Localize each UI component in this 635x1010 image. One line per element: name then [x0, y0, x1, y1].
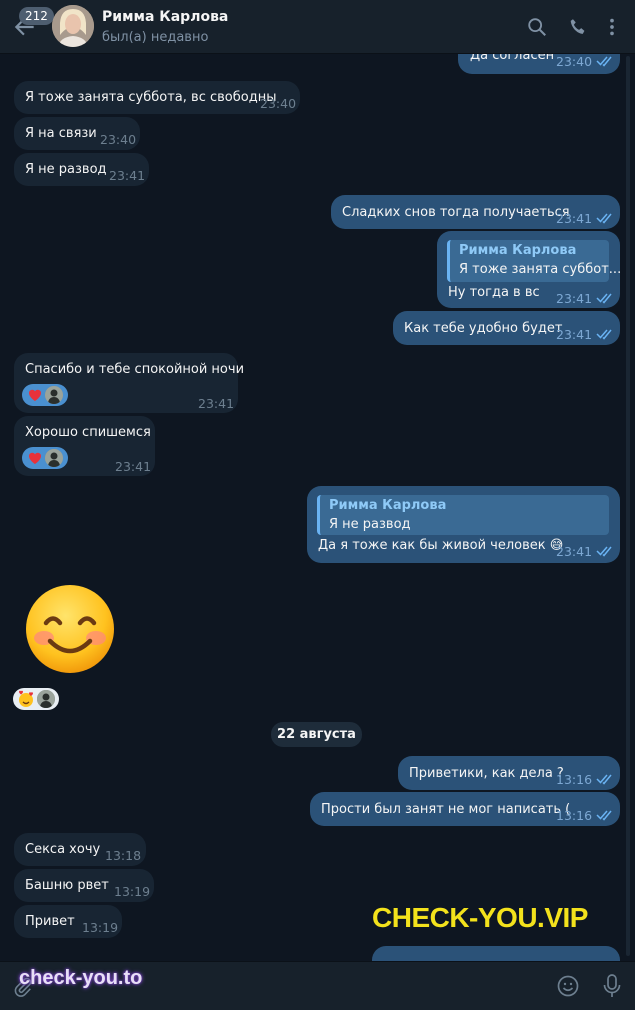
smiling-face-with-hearts-icon	[19, 690, 33, 707]
message-out[interactable]: Сладких снов тогда получаеться 23:41	[331, 195, 620, 229]
more-menu-button[interactable]	[601, 16, 623, 38]
message-text: Я на связи	[25, 126, 97, 141]
double-check-icon	[596, 329, 612, 340]
heart-icon	[29, 452, 41, 464]
message-in[interactable]: Я не развод 23:41	[14, 153, 149, 186]
avatar[interactable]	[52, 5, 94, 47]
message-in[interactable]: Башню рвет 13:19	[14, 869, 154, 902]
message-in[interactable]: Я тоже занята суббота, вс свободны 23:40	[14, 81, 300, 114]
watermark-link: check-you.to	[19, 967, 143, 989]
message-time: 23:41	[556, 291, 593, 306]
message-time: 23:41	[556, 544, 593, 559]
microphone-icon[interactable]	[600, 973, 624, 999]
message-in[interactable]: Спасибо и тебе спокойной ночи 23:41	[14, 353, 244, 413]
message-out[interactable]: Прости был занят не мог написать ( 13:16	[310, 792, 620, 826]
reaction-chip[interactable]	[22, 447, 68, 469]
message-text: Ну тогда в вс	[448, 285, 540, 300]
message-in[interactable]: Хорошо спишемся 23:41	[14, 416, 155, 476]
double-check-icon	[596, 810, 612, 821]
date-separator: 22 августа	[271, 722, 362, 747]
heart-icon	[29, 389, 41, 401]
emoji-icon[interactable]	[556, 974, 580, 998]
message-time: 13:16	[556, 772, 593, 787]
reply-text: Я тоже занята суббот...	[459, 262, 622, 277]
reply-quote[interactable]: Римма Карлова Я не развод	[317, 495, 609, 535]
scrollbar[interactable]	[626, 56, 630, 956]
message-time: 23:40	[556, 54, 593, 69]
message-time: 23:41	[198, 396, 235, 411]
chat-header: 212 Римма Карлова был(а) недавно	[0, 0, 635, 54]
message-text: Секса хочу	[25, 842, 101, 857]
message-out[interactable]: Римма Карлова Я не развод Да я тоже как …	[307, 486, 620, 563]
reply-text: Я не развод	[329, 517, 411, 532]
double-check-icon	[596, 213, 612, 224]
message-out[interactable]: Римма Карлова Я тоже занята суббот... Ну…	[437, 231, 621, 308]
message-time: 23:41	[109, 168, 146, 183]
call-button[interactable]	[567, 16, 589, 38]
smiling-face-emoji[interactable]	[24, 583, 116, 675]
message-time: 23:40	[100, 132, 137, 147]
reply-quote[interactable]: Римма Карлова Я тоже занята суббот...	[447, 240, 621, 282]
message-text: Хорошо спишемся	[25, 425, 151, 440]
reaction-chip[interactable]	[22, 384, 68, 406]
search-icon	[528, 18, 546, 36]
message-text: Приветики, как дела ?	[409, 766, 564, 781]
reply-author: Римма Карлова	[459, 243, 577, 258]
message-in[interactable]: Привет 13:19	[14, 905, 122, 938]
double-check-icon	[596, 56, 612, 67]
message-time: 13:16	[556, 808, 593, 823]
chat-title[interactable]: Римма Карлова	[102, 9, 228, 25]
unread-count-badge: 212	[19, 7, 54, 25]
last-seen-status: был(а) недавно	[102, 30, 209, 45]
search-button[interactable]	[526, 16, 548, 38]
reactor-avatar	[45, 449, 63, 467]
message-in[interactable]: Я на связи 23:40	[14, 117, 140, 150]
reply-author: Римма Карлова	[329, 498, 447, 513]
reactor-avatar	[45, 386, 63, 404]
message-text: Я тоже занята суббота, вс свободны	[25, 90, 277, 105]
message-text: Прости был занят не мог написать (	[321, 802, 571, 817]
message-time: 13:19	[82, 920, 119, 935]
double-check-icon	[596, 774, 612, 785]
message-text: Да я тоже как бы живой человек 😅	[318, 538, 564, 553]
phone-icon	[570, 19, 585, 34]
message-text: Я не развод	[25, 162, 107, 177]
reaction-chip[interactable]	[13, 688, 59, 710]
message-out[interactable]: Приветики, как дела ? 13:16	[398, 756, 620, 790]
message-time: 13:19	[114, 884, 151, 899]
message-time: 23:41	[115, 459, 152, 474]
message-text: Спасибо и тебе спокойной ночи	[25, 362, 245, 377]
message-time: 23:41	[556, 327, 593, 342]
double-check-icon	[596, 546, 612, 557]
message-in[interactable]: Секса хочу 13:18	[14, 833, 146, 866]
double-check-icon	[596, 293, 612, 304]
more-vert-icon	[610, 18, 614, 36]
message-text: Сладких снов тогда получаеться	[342, 205, 570, 220]
message-text: Как тебе удобно будет	[404, 321, 563, 336]
message-text: Привет	[25, 914, 75, 929]
message-time: 23:40	[260, 96, 297, 111]
message-time: 23:41	[556, 211, 593, 226]
reactor-avatar	[37, 690, 55, 708]
watermark-text: CHECK-YOU.VIP	[372, 902, 588, 933]
message-out[interactable]: Как тебе удобно будет 23:41	[393, 311, 620, 345]
message-text: Башню рвет	[25, 878, 109, 893]
message-time: 13:18	[105, 848, 142, 863]
